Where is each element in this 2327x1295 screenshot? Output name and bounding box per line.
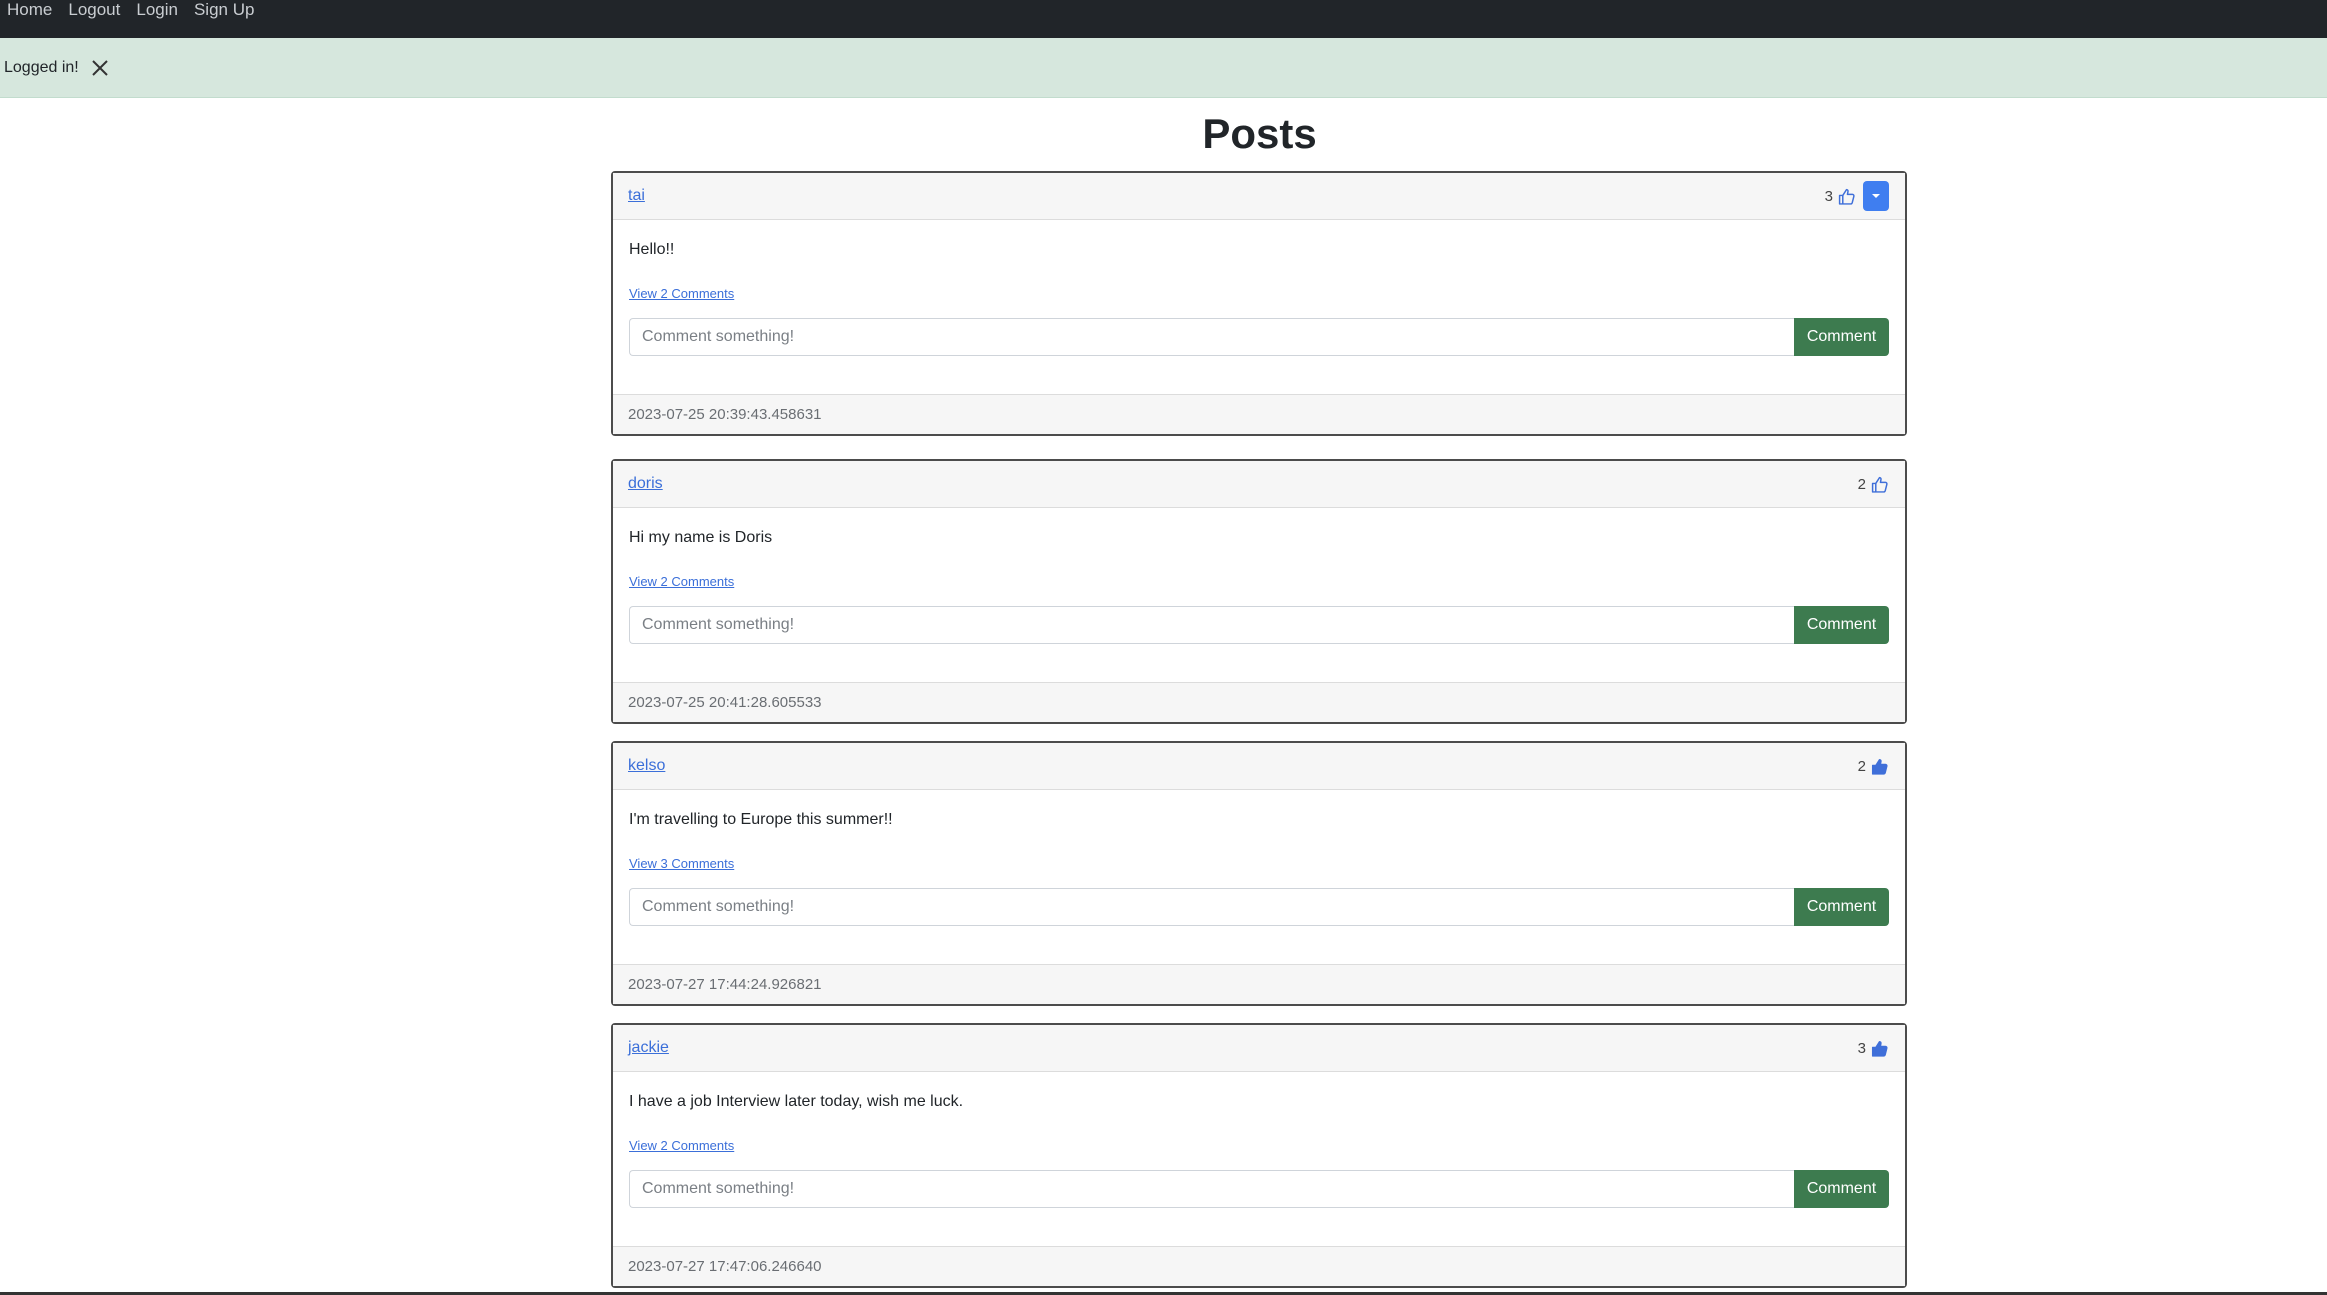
post-card: doris 2 Hi my name is Doris View 2 Comme… [611,459,1907,724]
post-header: kelso 2 [613,743,1905,790]
view-comments-link[interactable]: View 2 Comments [629,286,734,301]
post-body: I'm travelling to Europe this summer!! V… [613,810,1905,926]
post-header: tai 3 [613,173,1905,220]
like-count: 3 [1824,187,1833,205]
post-text: Hello!! [629,241,675,258]
nav-link-login[interactable]: Login [136,0,178,20]
view-comments-link[interactable]: View 2 Comments [629,574,734,589]
likes-group: 3 [1825,181,1889,211]
comment-button[interactable]: Comment [1794,606,1889,644]
post-author-link[interactable]: doris [628,475,663,493]
post-card: tai 3 Hello!! View 2 Comments Comment 20… [611,171,1907,436]
navbar: Home Logout Login Sign Up [0,0,2327,38]
likes-group: 2 [1858,756,1889,776]
likes-group: 2 [1858,474,1889,494]
alert-message: Logged in! [4,58,79,76]
comment-input[interactable] [629,1170,1794,1208]
comment-input[interactable] [629,606,1794,644]
post-text: Hi my name is Doris [629,529,773,546]
like-count: 3 [1857,1039,1866,1057]
post-author-link[interactable]: kelso [628,757,665,775]
post-text: I have a job Interview later today, wish… [629,1093,964,1110]
post-timestamp: 2023-07-27 17:44:24.926821 [613,964,1905,1004]
success-alert: Logged in! [0,38,2327,98]
comment-form: Comment [629,318,1889,356]
post-card: jackie 3 I have a job Interview later to… [611,1023,1907,1288]
nav-link-logout[interactable]: Logout [68,0,120,20]
post-body: I have a job Interview later today, wish… [613,1092,1905,1208]
nav-link-home[interactable]: Home [7,0,52,20]
view-comments-link[interactable]: View 3 Comments [629,856,734,871]
comment-form: Comment [629,606,1889,644]
thumbs-up-outline-icon[interactable] [1836,186,1856,206]
thumbs-up-outline-icon[interactable] [1869,474,1889,494]
post-author-link[interactable]: jackie [628,1039,669,1057]
post-body: Hello!! View 2 Comments Comment [613,240,1905,356]
comment-form: Comment [629,888,1889,926]
page-title: Posts [1202,110,1317,157]
comment-button[interactable]: Comment [1794,888,1889,926]
like-count: 2 [1857,475,1866,493]
post-timestamp: 2023-07-25 20:41:28.605533 [613,682,1905,722]
post-timestamp: 2023-07-27 17:47:06.246640 [613,1246,1905,1286]
thumbs-up-filled-icon[interactable] [1869,756,1889,776]
post-header: jackie 3 [613,1025,1905,1072]
post-author-link[interactable]: tai [628,187,645,205]
comment-button[interactable]: Comment [1794,1170,1889,1208]
post-header: doris 2 [613,461,1905,508]
post-body: Hi my name is Doris View 2 Comments Comm… [613,528,1905,644]
caret-down-icon [1872,194,1880,198]
comment-input[interactable] [629,318,1794,356]
thumbs-up-filled-icon[interactable] [1869,1038,1889,1058]
view-comments-link[interactable]: View 2 Comments [629,1138,734,1153]
likes-group: 3 [1858,1038,1889,1058]
comment-button[interactable]: Comment [1794,318,1889,356]
comment-input[interactable] [629,888,1794,926]
close-icon[interactable] [89,57,111,79]
comment-form: Comment [629,1170,1889,1208]
post-card: kelso 2 I'm travelling to Europe this su… [611,741,1907,1006]
post-timestamp: 2023-07-25 20:39:43.458631 [613,394,1905,434]
nav-link-sign-up[interactable]: Sign Up [194,0,254,20]
post-options-dropdown-button[interactable] [1863,181,1889,211]
post-text: I'm travelling to Europe this summer!! [629,811,893,828]
like-count: 2 [1857,757,1866,775]
